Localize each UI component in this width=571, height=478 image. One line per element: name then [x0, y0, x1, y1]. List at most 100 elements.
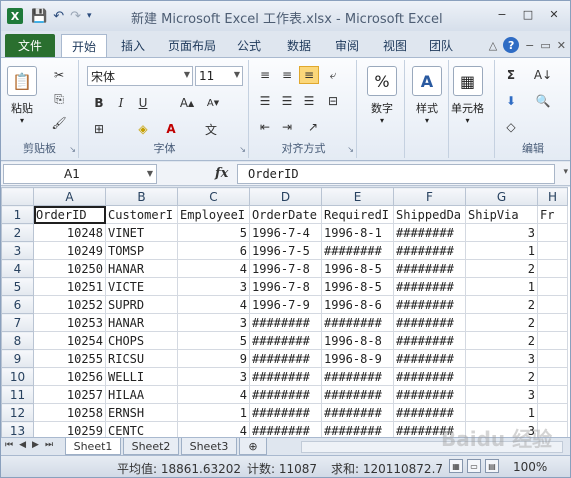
sort-filter-icon[interactable]: A↓: [533, 66, 553, 84]
orientation-icon[interactable]: ↗: [303, 118, 323, 136]
column-header[interactable]: C: [177, 187, 250, 206]
cell[interactable]: 10256: [33, 367, 106, 386]
cell[interactable]: 3: [465, 223, 538, 242]
header-cell[interactable]: OrderID: [33, 205, 106, 224]
tab-review[interactable]: 审阅: [325, 34, 369, 57]
font-name-combo[interactable]: 宋体 ▼: [87, 66, 193, 86]
cell[interactable]: 1: [177, 403, 250, 422]
wrap-text-icon[interactable]: ⤶: [323, 66, 343, 84]
align-left-icon[interactable]: ☰: [255, 92, 275, 110]
cell[interactable]: 10249: [33, 241, 106, 260]
cell[interactable]: 10258: [33, 403, 106, 422]
cell[interactable]: ########: [249, 349, 322, 368]
cell[interactable]: 1996-8-5: [321, 259, 394, 278]
decrease-indent-icon[interactable]: ⇤: [255, 118, 275, 136]
column-header[interactable]: A: [33, 187, 106, 206]
cell[interactable]: 1996-7-9: [249, 295, 322, 314]
cell[interactable]: 2: [465, 313, 538, 332]
row-header[interactable]: 7: [1, 313, 34, 332]
header-cell[interactable]: ShipVia: [465, 205, 538, 224]
header-cell[interactable]: Fr: [537, 205, 568, 224]
ribbon-minimize-icon[interactable]: △: [489, 39, 497, 52]
cell[interactable]: ########: [321, 421, 394, 437]
cell[interactable]: ########: [393, 223, 466, 242]
cell[interactable]: 10255: [33, 349, 106, 368]
cell[interactable]: ########: [249, 385, 322, 404]
name-box[interactable]: A1 ▼: [3, 164, 157, 184]
underline-icon[interactable]: U: [133, 94, 153, 112]
cell[interactable]: 4: [177, 295, 250, 314]
row-header[interactable]: 12: [1, 403, 34, 422]
cell[interactable]: ########: [393, 421, 466, 437]
cell[interactable]: HILAA: [105, 385, 178, 404]
cell[interactable]: 1: [465, 403, 538, 422]
row-header[interactable]: 3: [1, 241, 34, 260]
tab-page-layout[interactable]: 页面布局: [161, 34, 223, 57]
cell[interactable]: [537, 421, 568, 437]
bold-icon[interactable]: B: [89, 94, 109, 112]
cell[interactable]: TOMSP: [105, 241, 178, 260]
page-layout-view-icon[interactable]: ▭: [467, 459, 481, 473]
cell[interactable]: 1: [465, 241, 538, 260]
cell[interactable]: ########: [393, 403, 466, 422]
cell[interactable]: SUPRD: [105, 295, 178, 314]
normal-view-icon[interactable]: ▦: [449, 459, 463, 473]
header-cell[interactable]: CustomerI: [105, 205, 178, 224]
align-top-icon[interactable]: ≡: [255, 66, 275, 84]
phonetic-icon[interactable]: 文: [201, 120, 221, 138]
font-color-icon[interactable]: A: [161, 120, 181, 138]
cell[interactable]: CHOPS: [105, 331, 178, 350]
row-header[interactable]: 4: [1, 259, 34, 278]
fill-color-icon[interactable]: ◈: [133, 120, 153, 138]
cell[interactable]: ########: [393, 367, 466, 386]
cell[interactable]: 1996-7-5: [249, 241, 322, 260]
formula-input[interactable]: OrderID: [237, 164, 555, 184]
cell[interactable]: 2: [465, 259, 538, 278]
column-header[interactable]: E: [321, 187, 394, 206]
cell[interactable]: 1996-8-8: [321, 331, 394, 350]
minimize-button[interactable]: −: [490, 5, 514, 23]
cell[interactable]: ########: [393, 259, 466, 278]
cell[interactable]: ########: [321, 367, 394, 386]
cell[interactable]: [537, 259, 568, 278]
cell[interactable]: 5: [177, 331, 250, 350]
row-header[interactable]: 13: [1, 421, 34, 437]
tab-team[interactable]: 团队: [419, 34, 463, 57]
cell[interactable]: WELLI: [105, 367, 178, 386]
cell[interactable]: ########: [321, 403, 394, 422]
tab-view[interactable]: 视图: [373, 34, 417, 57]
cell[interactable]: 3: [177, 367, 250, 386]
increase-indent-icon[interactable]: ⇥: [277, 118, 297, 136]
cell[interactable]: ########: [321, 241, 394, 260]
help-icon[interactable]: ?: [503, 37, 520, 53]
select-all-corner[interactable]: [1, 187, 34, 206]
column-header[interactable]: D: [249, 187, 322, 206]
cell[interactable]: 4: [177, 385, 250, 404]
cell[interactable]: 4: [177, 259, 250, 278]
cell[interactable]: 3: [465, 385, 538, 404]
cell[interactable]: 1: [465, 277, 538, 296]
column-header[interactable]: F: [393, 187, 466, 206]
cell[interactable]: ########: [249, 313, 322, 332]
sheet-tab-3[interactable]: Sheet3: [181, 438, 237, 455]
row-header[interactable]: 11: [1, 385, 34, 404]
cell[interactable]: 10248: [33, 223, 106, 242]
cell[interactable]: 2: [465, 331, 538, 350]
cell[interactable]: 1996-8-9: [321, 349, 394, 368]
cell[interactable]: ########: [393, 349, 466, 368]
expand-formula-icon[interactable]: ▾: [563, 167, 568, 177]
cell[interactable]: ########: [393, 295, 466, 314]
cell[interactable]: 10257: [33, 385, 106, 404]
tab-formulas[interactable]: 公式: [227, 34, 271, 57]
cell[interactable]: ########: [393, 331, 466, 350]
cell[interactable]: 1996-7-8: [249, 277, 322, 296]
cell[interactable]: [537, 223, 568, 242]
column-header[interactable]: G: [465, 187, 538, 206]
format-painter-icon[interactable]: 🖌: [49, 114, 69, 132]
tab-data[interactable]: 数据: [277, 34, 321, 57]
header-cell[interactable]: ShippedDa: [393, 205, 466, 224]
clear-icon[interactable]: ◇: [501, 118, 521, 136]
redo-icon[interactable]: ↷: [70, 9, 81, 24]
italic-icon[interactable]: I: [111, 94, 131, 112]
cell[interactable]: ########: [393, 313, 466, 332]
